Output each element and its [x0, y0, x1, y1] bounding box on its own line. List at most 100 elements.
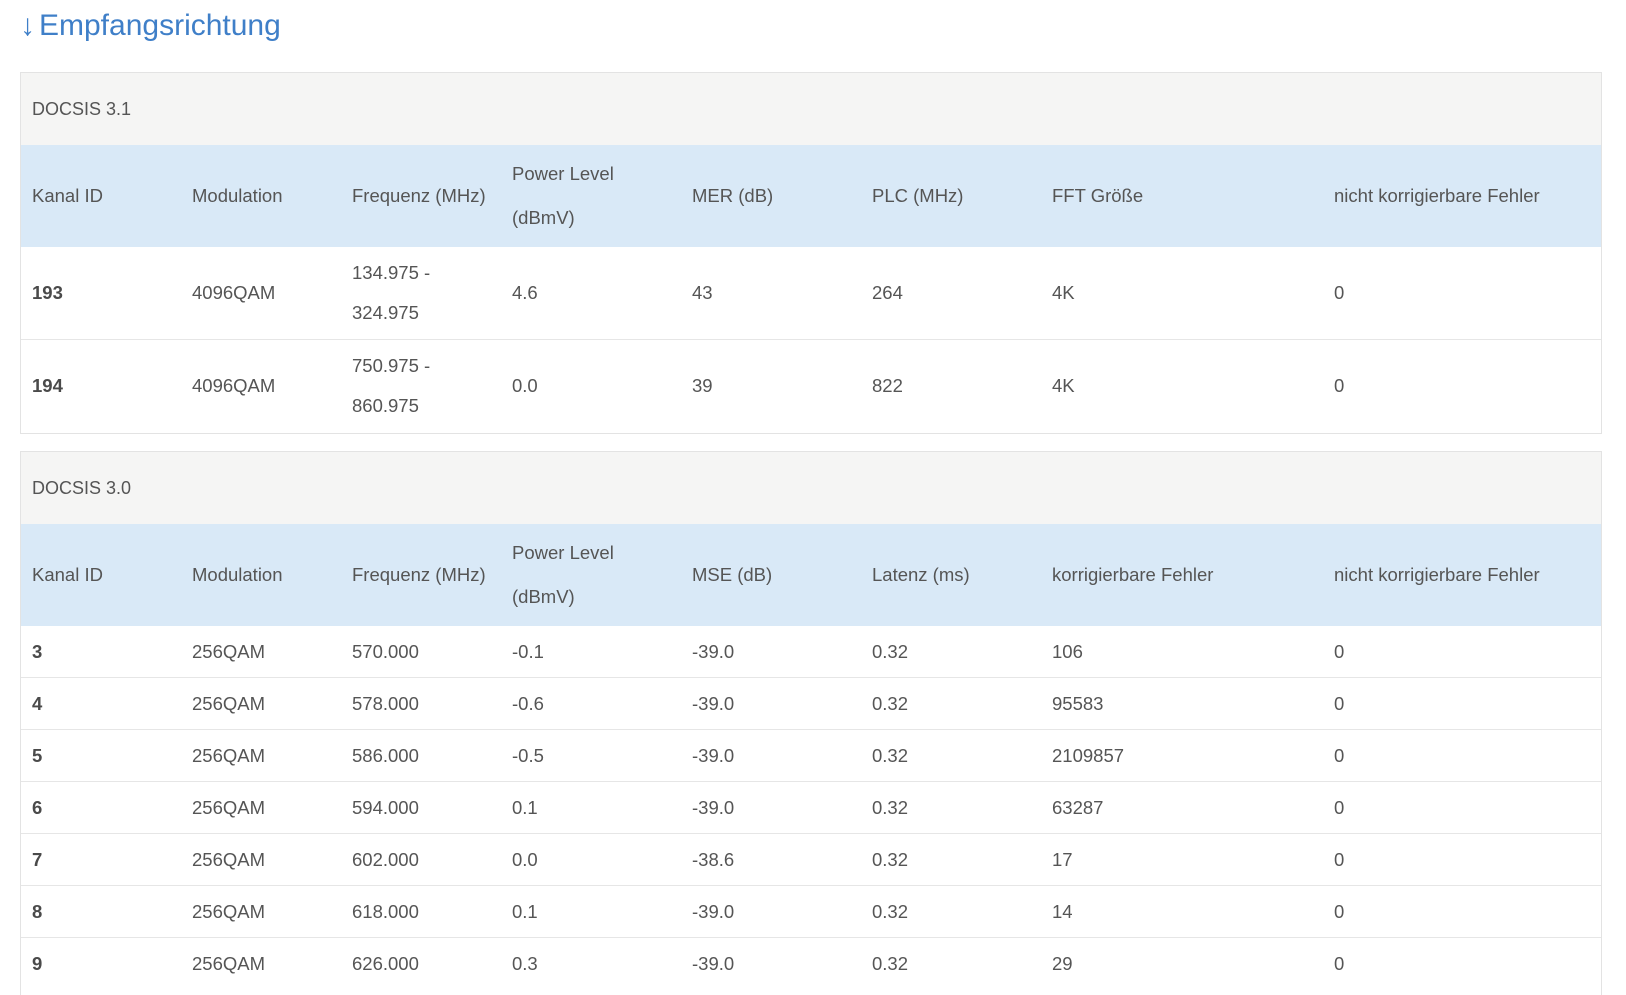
col-power-level: Power Level (dBmV)	[501, 145, 681, 247]
cell-korr: 14	[1041, 885, 1323, 938]
col-nicht-korrigierbare-fehler: nicht korrigierbare Fehler	[1323, 524, 1601, 626]
cell-korr: 17	[1041, 833, 1323, 886]
cell-modulation: 256QAM	[192, 641, 266, 662]
cell-latenz: 0.32	[861, 729, 1041, 782]
cell-modulation: 256QAM	[181, 937, 341, 989]
cell-korr: 95583	[1041, 677, 1323, 730]
cell-frequenz: 570.000	[352, 641, 419, 662]
cell-kanal-id: 9	[21, 937, 181, 989]
cell-kanal-id: 6	[21, 781, 181, 834]
docsis31-panel: DOCSIS 3.1 Kanal ID Modulation Frequenz …	[20, 72, 1602, 434]
cell-nicht-korr: 0	[1323, 339, 1601, 432]
section-title: Empfangsrichtung	[39, 9, 281, 42]
table-row: 5 256QAM 586.000 -0.5 -39.0 0.32 2109857 0	[21, 729, 1601, 782]
cell-mer: 39	[681, 339, 861, 432]
cell-latenz: 0.32	[861, 937, 1041, 989]
cell-korr: 29	[1041, 937, 1323, 989]
cell-mer: 43	[692, 282, 713, 303]
col-nicht-korrigierbare-fehler: nicht korrigierbare Fehler	[1323, 145, 1601, 247]
cell-latenz: 0.32	[872, 641, 909, 662]
cell-modulation: 256QAM	[181, 677, 341, 730]
cell-nicht-korr: 0	[1323, 729, 1601, 782]
cell-latenz: 0.32	[861, 833, 1041, 886]
cell-kanal-id: 4	[21, 677, 181, 730]
docsis30-table: Kanal ID Modulation Frequenz (MHz) Power…	[21, 524, 1601, 989]
cell-nicht-korr: 0	[1334, 282, 1345, 303]
cell-kanal-id: 5	[21, 729, 181, 782]
cell-mse: -39.0	[681, 885, 861, 938]
cell-kanal-id: 194	[21, 339, 181, 432]
col-korrigierbare-fehler: korrigierbare Fehler	[1041, 524, 1323, 626]
docsis31-table: Kanal ID Modulation Frequenz (MHz) Power…	[21, 145, 1601, 432]
col-latenz: Latenz (ms)	[861, 524, 1041, 626]
cell-kanal-id: 7	[21, 833, 181, 886]
cell-power: 0.0	[501, 833, 681, 886]
table-row: 193 4096QAM 134.975 - 324.975 4.6 43 264 4K 0	[21, 247, 1601, 340]
cell-frequenz: 750.975 - 860.975	[341, 339, 501, 432]
cell-frequenz: 134.975 - 324.975	[352, 262, 431, 323]
section-heading: ↓ Empfangsrichtung	[20, 6, 281, 46]
cell-nicht-korr: 0	[1334, 641, 1345, 662]
col-mse: MSE (dB)	[681, 524, 861, 626]
cell-mse: -39.0	[692, 641, 735, 662]
cell-latenz: 0.32	[861, 885, 1041, 938]
cell-kanal-id: 8	[21, 885, 181, 938]
cell-fft: 4K	[1052, 282, 1075, 303]
cell-korr: 2109857	[1041, 729, 1323, 782]
cell-frequenz: 602.000	[341, 833, 501, 886]
cell-fft: 4K	[1041, 339, 1323, 432]
cell-latenz: 0.32	[861, 677, 1041, 730]
cell-power: 0.0	[501, 339, 681, 432]
cell-nicht-korr: 0	[1323, 833, 1601, 886]
table-row: 8 256QAM 618.000 0.1 -39.0 0.32 14 0	[21, 885, 1601, 938]
col-frequenz: Frequenz (MHz)	[341, 524, 501, 626]
col-mer: MER (dB)	[681, 145, 861, 247]
col-plc: PLC (MHz)	[861, 145, 1041, 247]
cell-plc: 264	[872, 282, 903, 303]
cell-mse: -39.0	[681, 937, 861, 989]
docsis30-panel: DOCSIS 3.0 Kanal ID Modulation Frequenz …	[20, 451, 1602, 995]
cell-modulation: 4096QAM	[192, 282, 276, 303]
cell-plc: 822	[861, 339, 1041, 432]
page: ↓ Empfangsrichtung DOCSIS 3.1 Kanal ID Mo…	[0, 0, 1626, 995]
table-header-row: Kanal ID Modulation Frequenz (MHz) Power…	[21, 524, 1601, 626]
col-power-level: Power Level (dBmV)	[501, 524, 681, 626]
table-row: 6 256QAM 594.000 0.1 -39.0 0.32 63287 0	[21, 781, 1601, 834]
col-modulation: Modulation	[181, 145, 341, 247]
cell-mse: -39.0	[681, 729, 861, 782]
arrow-down-icon: ↓	[20, 9, 35, 42]
table-header-row: Kanal ID Modulation Frequenz (MHz) Power…	[21, 145, 1601, 247]
cell-kanal-id: 3	[32, 641, 43, 662]
cell-power: 4.6	[512, 282, 538, 303]
cell-mse: -39.0	[681, 677, 861, 730]
table-row: 7 256QAM 602.000 0.0 -38.6 0.32 17 0	[21, 833, 1601, 886]
cell-kanal-id: 193	[32, 282, 63, 303]
cell-frequenz: 618.000	[341, 885, 501, 938]
cell-modulation: 256QAM	[181, 781, 341, 834]
cell-modulation: 4096QAM	[181, 339, 341, 432]
cell-modulation: 256QAM	[181, 885, 341, 938]
cell-mse: -38.6	[681, 833, 861, 886]
table-row: 9 256QAM 626.000 0.3 -39.0 0.32 29 0	[21, 937, 1601, 989]
docsis31-title: DOCSIS 3.1	[21, 73, 1601, 145]
cell-nicht-korr: 0	[1323, 937, 1601, 989]
cell-power: 0.1	[501, 885, 681, 938]
cell-korr: 63287	[1041, 781, 1323, 834]
cell-frequenz: 594.000	[341, 781, 501, 834]
cell-nicht-korr: 0	[1323, 885, 1601, 938]
cell-korr: 106	[1052, 641, 1083, 662]
table-row: 3 256QAM 570.000 -0.1 -39.0 0.32 106 0	[21, 626, 1601, 678]
table-row: 4 256QAM 578.000 -0.6 -39.0 0.32 95583 0	[21, 677, 1601, 730]
cell-power: 0.3	[501, 937, 681, 989]
col-kanal-id: Kanal ID	[21, 145, 181, 247]
cell-power: -0.6	[501, 677, 681, 730]
col-frequenz: Frequenz (MHz)	[341, 145, 501, 247]
cell-nicht-korr: 0	[1323, 677, 1601, 730]
table-row: 194 4096QAM 750.975 - 860.975 0.0 39 822 4K 0	[21, 339, 1601, 432]
cell-frequenz: 626.000	[341, 937, 501, 989]
cell-nicht-korr: 0	[1323, 781, 1601, 834]
cell-power: -0.5	[501, 729, 681, 782]
col-modulation: Modulation	[181, 524, 341, 626]
cell-latenz: 0.32	[861, 781, 1041, 834]
cell-frequenz: 586.000	[341, 729, 501, 782]
